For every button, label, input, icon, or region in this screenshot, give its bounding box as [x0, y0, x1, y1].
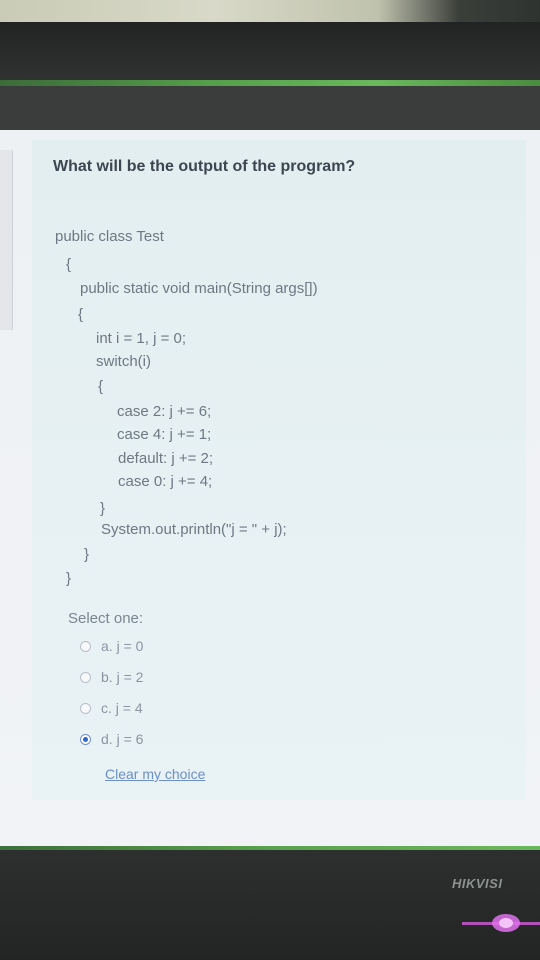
code-line: public class Test	[55, 228, 164, 245]
left-sidebar-edge	[0, 150, 13, 330]
option-label: d. j = 6	[101, 731, 144, 747]
code-line: }	[100, 500, 106, 517]
monitor-brand-logo: HIKVISI	[452, 876, 503, 891]
radio-button-selected[interactable]	[80, 733, 91, 745]
code-line: {	[66, 256, 72, 273]
question-text: What will be the output of the program?	[53, 158, 356, 175]
code-line: switch(i)	[96, 353, 151, 370]
monitor-top-bezel	[0, 22, 540, 80]
code-line: {	[98, 378, 104, 395]
answer-option-a[interactable]: a. j = 0	[80, 637, 143, 655]
code-line: public static void main(String args[])	[80, 280, 318, 297]
clear-choice-link[interactable]: Clear my choice	[105, 766, 205, 782]
code-line: case 0: j += 4;	[118, 473, 213, 490]
code-line: default: j += 2;	[118, 450, 214, 467]
background-wall	[0, 0, 540, 22]
code-line: int i = 1, j = 0;	[96, 330, 187, 347]
option-label: b. j = 2	[101, 669, 144, 685]
monitor-bottom-strip	[0, 846, 540, 850]
answer-option-c[interactable]: c. j = 4	[80, 699, 143, 717]
code-line: }	[66, 570, 72, 587]
answer-option-b[interactable]: b. j = 2	[80, 668, 143, 686]
option-label: a. j = 0	[101, 638, 144, 654]
browser-dark-bar	[0, 86, 540, 130]
code-line: case 4: j += 1;	[117, 426, 212, 443]
radio-button[interactable]	[80, 640, 91, 652]
code-line: case 2: j += 6;	[117, 403, 212, 420]
code-line: }	[84, 546, 90, 563]
answer-option-d[interactable]: d. j = 6	[80, 730, 143, 748]
option-label: c. j = 4	[101, 700, 143, 716]
select-one-label: Select one:	[68, 610, 144, 627]
radio-button[interactable]	[80, 702, 91, 714]
code-line: {	[78, 306, 84, 323]
monitor-bottom-bezel	[0, 846, 540, 960]
code-line: System.out.println("j = " + j);	[101, 521, 287, 538]
radio-button[interactable]	[80, 671, 91, 683]
power-led-icon	[462, 914, 540, 932]
